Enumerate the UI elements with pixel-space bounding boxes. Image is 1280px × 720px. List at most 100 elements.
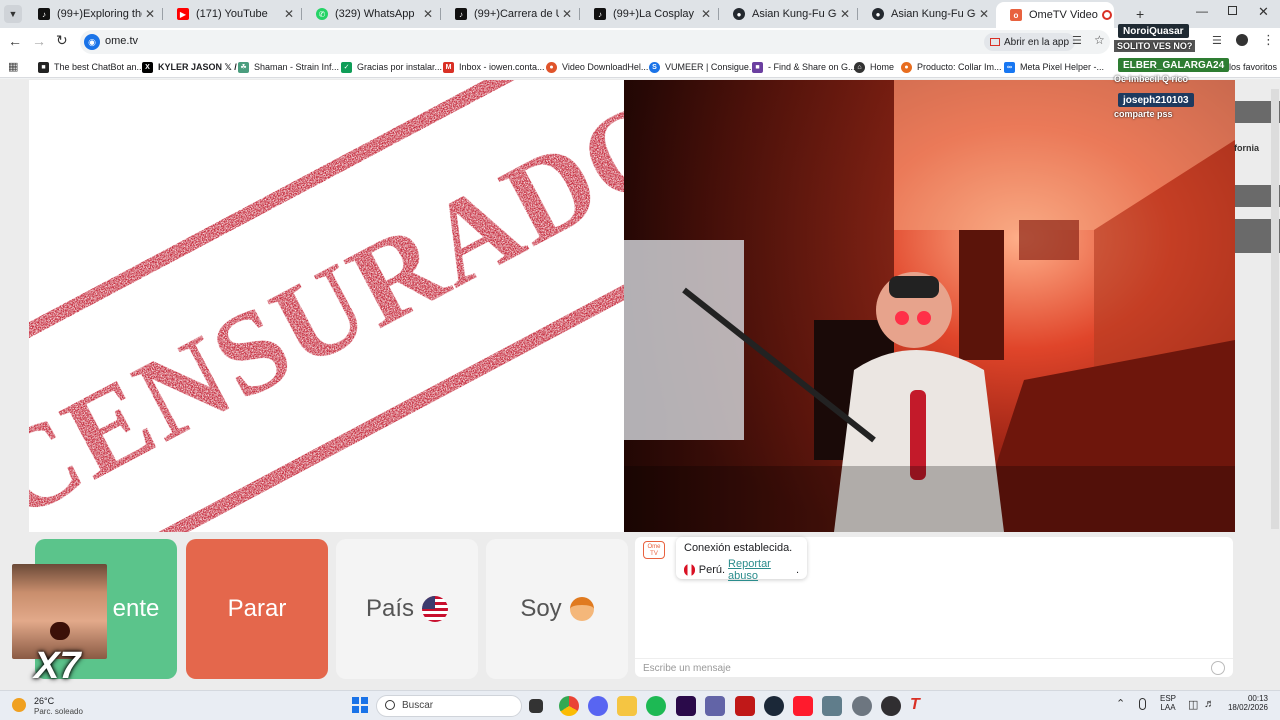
tab-youtube[interactable]: ▶ (171) YouTube ✕ [163,2,301,26]
close-icon[interactable]: ✕ [420,7,436,21]
tab-carrera[interactable]: ♪ (99+)Carrera de Uma Mus ✕ [441,2,579,26]
gender-button[interactable]: Soy [486,539,628,679]
premiere-icon[interactable] [676,696,696,716]
tiktok-icon: ♪ [38,8,50,20]
search-placeholder: Buscar [402,700,434,711]
mcafee-icon[interactable] [735,696,755,716]
wifi-icon[interactable]: ◫ [1188,698,1198,711]
vumeer-icon: S [649,61,660,73]
star-icon[interactable]: ☆ [1094,33,1105,47]
video-download-icon: ● [546,61,557,73]
report-abuse-link[interactable]: Reportar abuso [728,558,796,582]
task-view-icon[interactable] [529,699,543,713]
settings-icon[interactable] [852,696,872,716]
bookmark-gracias[interactable]: ✓ Gracias por instalar... [341,60,442,74]
tray-chevron-icon[interactable]: ⌃ [1116,697,1125,710]
translate-icon[interactable]: ☰ [1072,34,1082,47]
bookmark-video-download[interactable]: ● Video DownloadHel... [546,60,648,74]
profile-icon[interactable] [1236,34,1248,46]
country-label: País [365,595,415,622]
shield-icon: ✓ [341,61,352,73]
bookmark-find-share[interactable]: ■ - Find & Share on G... [752,60,856,74]
new-tab-button[interactable]: + [1136,6,1144,22]
censored-text: CENSURADO [29,80,624,532]
reload-button[interactable]: ↻ [56,32,68,49]
tab-exploring[interactable]: ♪ (99+)Exploring the Fascin ✕ [24,2,162,26]
minimize-button[interactable]: — [1196,4,1208,18]
weather-icon [12,698,26,712]
clock-time: 00:13 [1247,694,1268,703]
close-window-button[interactable]: ✕ [1258,4,1269,20]
emoji-icon[interactable] [1211,661,1225,675]
calculator-icon[interactable] [822,696,842,716]
chat-input[interactable]: Escribe un mensaje [635,658,1233,677]
weather-temp: 26°C [34,696,55,706]
weather-widget[interactable]: 26°C Parc. soleado [12,694,102,718]
windows-start-icon[interactable] [352,697,368,713]
remote-video: NoroiQuasar [624,80,1235,532]
bookmark-kyler[interactable]: X KYLER JASON 𝕏 / X [142,60,245,74]
bookmark-meta-pixel[interactable]: ∞ Meta Pixel Helper -... [1004,60,1104,74]
chrome-icon[interactable] [559,696,579,716]
stop-button[interactable]: Parar [186,539,328,679]
extensions-icon[interactable]: ☰ [1212,34,1222,47]
gmail-icon: M [443,61,454,73]
volume-icon[interactable]: ♬ [1204,698,1215,710]
meta-icon: ∞ [1004,61,1015,73]
close-icon[interactable]: ✕ [976,7,992,21]
remote-video-scene [624,80,1235,532]
obs-icon[interactable] [881,696,901,716]
language-indicator[interactable]: ESP LAA [1160,694,1176,712]
country-button[interactable]: País [336,539,478,679]
address-bar[interactable]: ◉ ome.tv Abrir en la app ☰ ☆ [80,30,1110,54]
close-icon[interactable]: ✕ [559,7,575,21]
local-video-censored: CENSURADO [29,80,624,532]
whatsapp-icon: ✆ [316,8,328,20]
close-icon[interactable]: ✕ [698,7,714,21]
github-icon: ● [872,8,884,20]
chat-message-1: SOLITO VES NO? [1114,40,1196,52]
bookmark-inbox[interactable]: M Inbox - iowen.conta... [443,60,545,74]
leaf-icon: ☘ [238,61,249,73]
close-icon[interactable]: ✕ [837,7,853,21]
bookmark-vumeer[interactable]: S VUMEER | Consigue... [649,60,756,74]
bookmark-producto[interactable]: ● Producto: Collar Im... [901,60,1002,74]
tab-asian-kungfu-2[interactable]: ● Asian Kung-Fu Generatio ✕ [858,2,996,26]
apps-grid-icon[interactable]: ▦ [8,60,18,73]
bookmark-chatbot[interactable]: ■ The best ChatBot an... [38,60,144,74]
tab-search-button[interactable]: ▼ [4,5,22,23]
taskbar-search[interactable]: Buscar [376,695,522,717]
forward-button[interactable]: → [32,33,46,49]
tab-cosplay[interactable]: ♪ (99+)La Cosplay Racing 2 ✕ [580,2,718,26]
browser-toolbar: ← → ↻ ◉ ome.tv Abrir en la app ☰ ☆ ☰ ⋮ [0,28,1280,56]
tab-ometv[interactable]: o OmeTV Video Chat — [996,2,1114,28]
stop-label: Parar [227,595,287,622]
site-info-icon[interactable]: ◉ [84,34,100,50]
tab-whatsapp[interactable]: ✆ (329) WhatsApp ✕ [302,2,440,26]
ttools-icon[interactable]: T [910,696,930,716]
tab-asian-kungfu-1[interactable]: ● Asian Kung-Fu Generatio ✕ [719,2,857,26]
chat-message-2: Oe imbecil Q rico [1114,74,1189,84]
scrollbar[interactable] [1271,89,1279,529]
open-in-app-button[interactable]: Abrir en la app [984,33,1076,51]
tab-strip: ▼ ♪ (99+)Exploring the Fascin ✕ ▶ (171) … [0,0,1280,28]
bookmark-home[interactable]: ⌂ Home [854,60,894,74]
microphone-icon[interactable] [1139,698,1146,710]
bookmark-shaman[interactable]: ☘ Shaman - Strain Inf... [238,60,339,74]
restore-button[interactable] [1228,6,1237,15]
menu-icon[interactable]: ⋮ [1262,32,1275,48]
opera-icon[interactable] [793,696,813,716]
folder-icon[interactable] [617,696,637,716]
close-icon[interactable]: ✕ [142,7,158,21]
steam-icon[interactable] [764,696,784,716]
chat-username-joseph: joseph210103 [1118,93,1194,107]
clock[interactable]: 00:13 18/02/2026 [1224,694,1268,712]
teams-icon[interactable] [705,696,725,716]
discord-icon[interactable] [588,696,608,716]
spotify-icon[interactable] [646,696,666,716]
home-icon: ⌂ [854,61,865,73]
back-button[interactable]: ← [8,33,22,49]
close-icon[interactable]: ✕ [281,7,297,21]
chat-username-noroiquasar: NoroiQuasar [1118,24,1189,38]
tab-title: Asian Kung-Fu Generatio [891,8,976,20]
